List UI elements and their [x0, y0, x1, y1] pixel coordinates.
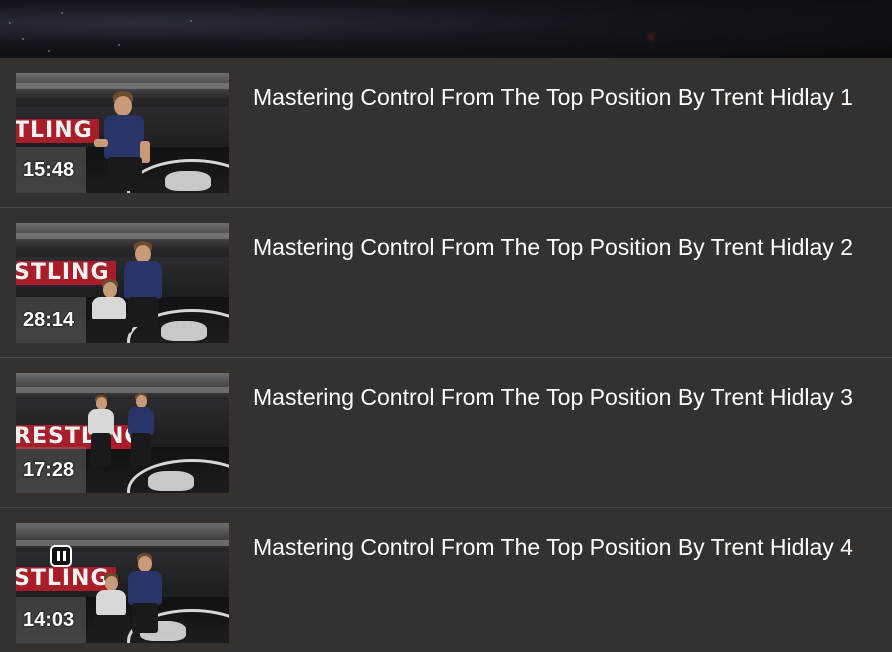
wrestler-figure: [92, 573, 132, 639]
thumbnail-banner-text: TLING: [16, 119, 99, 143]
wrestler-figure: [94, 91, 156, 193]
wrestler-figure: [126, 393, 156, 471]
video-title[interactable]: Mastering Control From The Top Position …: [253, 233, 883, 261]
video-title[interactable]: Mastering Control From The Top Position …: [253, 83, 883, 111]
video-thumbnail[interactable]: STLING 28:14: [16, 223, 229, 343]
video-list-item[interactable]: TLING 15:48 Mastering Control From The T…: [0, 58, 892, 208]
pause-icon[interactable]: [50, 545, 72, 567]
video-list-item[interactable]: STLING 28:14 Mastering Control From The …: [0, 208, 892, 358]
video-list-item[interactable]: RESTLING 17:28 Mastering Control From Th…: [0, 358, 892, 508]
video-thumbnail[interactable]: STLING 14:03: [16, 523, 229, 643]
video-duration: 28:14: [16, 297, 86, 343]
video-list-item[interactable]: STLING 14:03 Mastering Control From The …: [0, 508, 892, 651]
video-thumbnail[interactable]: RESTLING 17:28: [16, 373, 229, 493]
video-title[interactable]: Mastering Control From The Top Position …: [253, 533, 883, 561]
wrestler-figure: [86, 279, 136, 343]
video-duration: 15:48: [16, 147, 86, 193]
video-title[interactable]: Mastering Control From The Top Position …: [253, 383, 883, 411]
wrestler-figure: [86, 395, 116, 471]
video-duration: 14:03: [16, 597, 86, 643]
video-duration: 17:28: [16, 447, 86, 493]
header-banner: [0, 0, 892, 58]
video-thumbnail[interactable]: TLING 15:48: [16, 73, 229, 193]
video-list: TLING 15:48 Mastering Control From The T…: [0, 58, 892, 652]
